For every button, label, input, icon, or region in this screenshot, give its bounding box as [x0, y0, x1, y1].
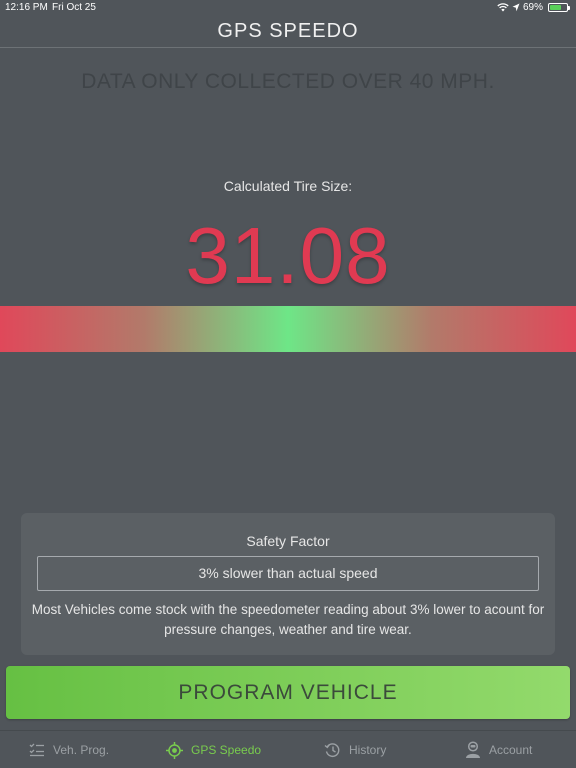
status-date: Fri Oct 25: [52, 2, 96, 13]
checklist-icon: [29, 743, 44, 757]
tab-label: Veh. Prog.: [53, 743, 110, 757]
tire-size-value: 31.08: [185, 211, 391, 300]
tab-veh-prog[interactable]: Veh. Prog.: [29, 731, 109, 768]
tab-history[interactable]: History: [324, 731, 386, 768]
tab-label: Account: [489, 743, 533, 757]
location-arrow-icon: [512, 3, 520, 12]
crosshair-icon: [166, 741, 183, 759]
status-indicators: 69%: [497, 2, 570, 13]
page-title: GPS SPEEDO: [217, 20, 359, 42]
safety-factor-card: Safety Factor 3% slower than actual spee…: [21, 513, 555, 655]
wifi-icon: [497, 3, 509, 12]
status-time: 12:16 PM: [5, 2, 48, 13]
tab-label: GPS Speedo: [191, 743, 262, 757]
tire-size-label: Calculated Tire Size:: [223, 178, 353, 194]
account-icon: [466, 741, 480, 758]
battery-percent: 69%: [522, 2, 543, 13]
battery-icon: [548, 3, 570, 12]
accuracy-gradient-bar: [0, 306, 576, 352]
header-divider: [0, 47, 576, 48]
safety-factor-note: Most Vehicles come stock with the speedo…: [31, 602, 545, 637]
safety-factor-selector[interactable]: 3% slower than actual speed: [37, 556, 539, 591]
tab-account[interactable]: Account: [465, 731, 532, 768]
tab-label: History: [349, 743, 387, 757]
data-collection-notice: DATA ONLY COLLECTED OVER 40 MPH.: [81, 70, 495, 93]
history-icon: [324, 743, 340, 758]
status-bar: 12:16 PM Fri Oct 25 69%: [0, 0, 576, 16]
safety-factor-title: Safety Factor: [246, 533, 330, 549]
program-vehicle-button[interactable]: PROGRAM VEHICLE: [6, 666, 570, 719]
tab-bar: Veh. Prog. GPS Speedo History Account: [0, 730, 576, 768]
tab-gps-speedo[interactable]: GPS Speedo: [166, 731, 261, 768]
battery-level: [550, 5, 562, 10]
